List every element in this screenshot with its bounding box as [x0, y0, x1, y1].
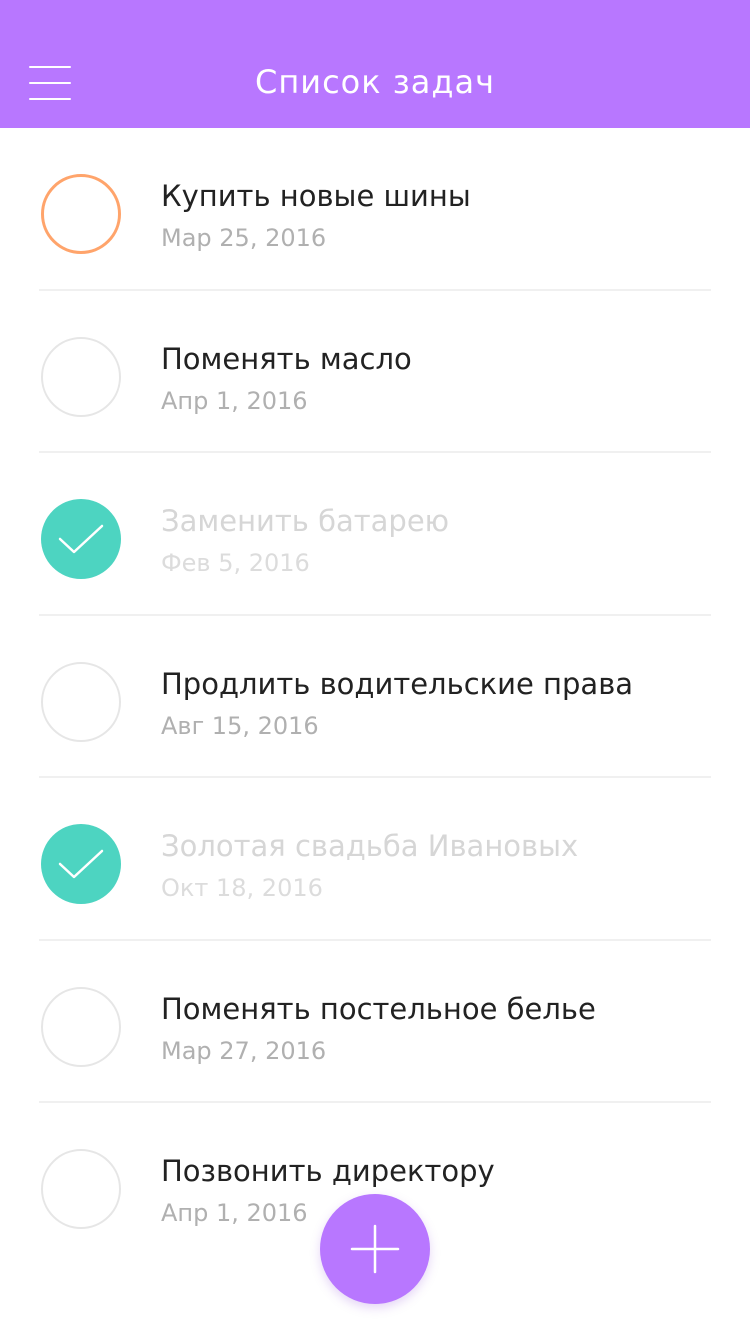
task-item[interactable]: Золотая свадьба Ивановых Окт 18, 2016 — [0, 778, 750, 941]
task-checkbox[interactable] — [41, 174, 121, 254]
task-title: Поменять постельное белье — [161, 991, 596, 1026]
task-title: Поменять масло — [161, 341, 412, 376]
task-checkbox[interactable] — [41, 986, 121, 1067]
task-checkbox[interactable] — [41, 824, 121, 904]
task-item[interactable]: Поменять постельное белье Мар 27, 2016 — [0, 941, 750, 1103]
task-checkbox[interactable] — [41, 336, 121, 417]
task-title: Продлить водительские права — [161, 666, 634, 701]
task-title: Золотая свадьба Ивановых — [161, 829, 579, 863]
task-date: Авг 15, 2016 — [161, 711, 319, 740]
checkmark-icon — [58, 524, 104, 554]
task-checkbox[interactable] — [41, 661, 121, 742]
task-date: Окт 18, 2016 — [161, 874, 323, 902]
task-title: Позвонить директору — [161, 1154, 495, 1188]
task-date: Мар 25, 2016 — [161, 224, 327, 252]
add-task-button[interactable] — [320, 1194, 430, 1304]
task-list: Купить новые шины Мар 25, 2016 Поменять … — [0, 128, 750, 1266]
task-date: Апр 1, 2016 — [161, 1199, 308, 1227]
task-checkbox[interactable] — [41, 499, 121, 579]
task-item[interactable]: Продлить водительские права Авг 15, 2016 — [0, 616, 750, 778]
task-date: Мар 27, 2016 — [161, 1036, 327, 1065]
checkmark-icon — [58, 849, 104, 879]
task-item[interactable]: Купить новые шины Мар 25, 2016 — [0, 128, 750, 291]
task-title: Купить новые шины — [161, 179, 471, 213]
plus-icon — [350, 1224, 400, 1274]
task-date: Апр 1, 2016 — [161, 386, 308, 415]
task-item[interactable]: Поменять масло Апр 1, 2016 — [0, 291, 750, 453]
task-date: Фев 5, 2016 — [161, 549, 310, 577]
task-checkbox[interactable] — [41, 1149, 121, 1229]
page-title: Список задач — [255, 63, 495, 101]
app-header: Список задач — [0, 0, 750, 128]
task-list-screen: Список задач Купить новые шины Мар 25, 2… — [0, 0, 750, 1334]
task-item[interactable]: Заменить батарею Фев 5, 2016 — [0, 453, 750, 616]
task-title: Заменить батарею — [161, 504, 450, 538]
